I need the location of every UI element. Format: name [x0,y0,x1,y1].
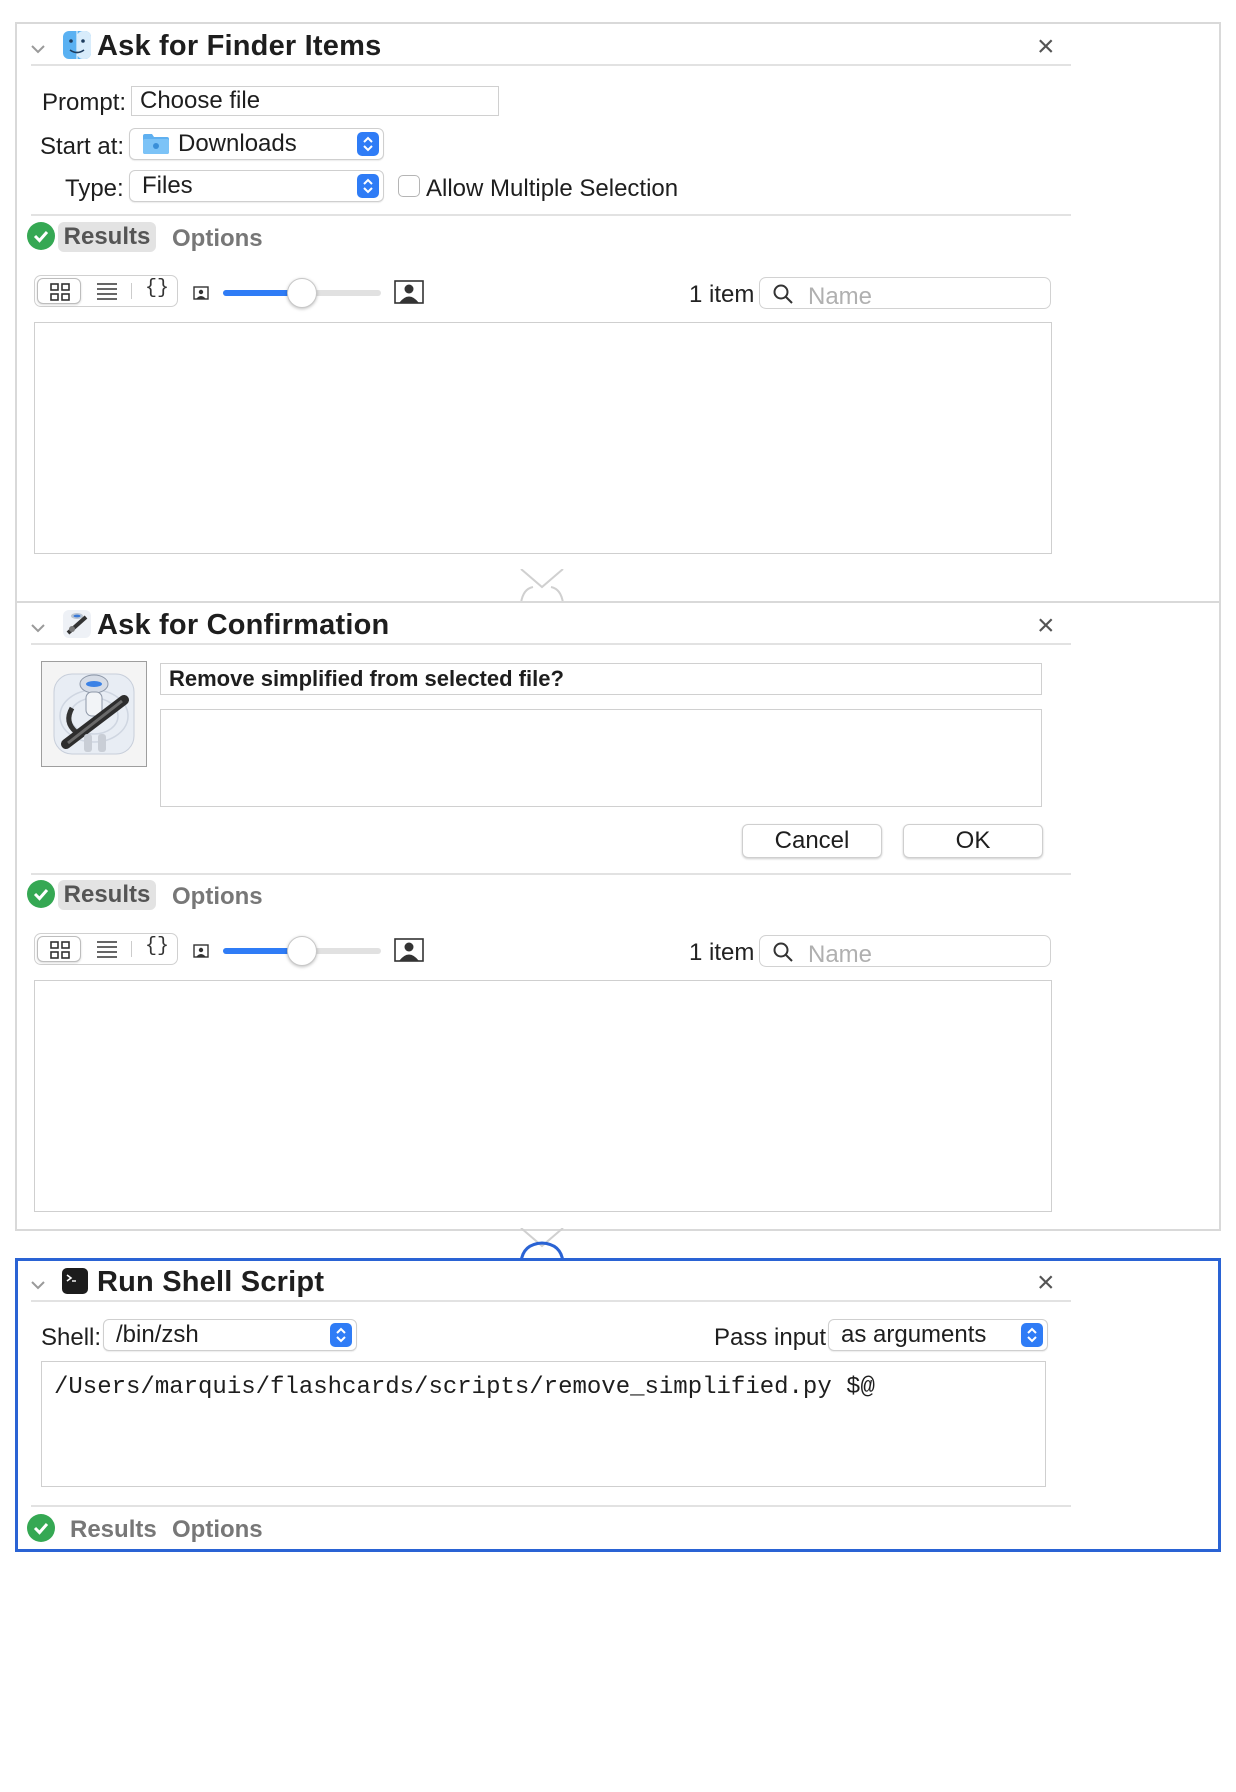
list-icon[interactable] [96,282,118,300]
slider-knob[interactable] [287,936,317,966]
chevron-down-icon[interactable] [31,621,45,635]
type-value: Files [142,172,193,199]
search-field[interactable]: Name [759,935,1051,968]
chevron-down-icon[interactable] [31,1278,45,1292]
allow-multiple-checkbox[interactable] [398,175,420,197]
braces-icon[interactable]: {} [145,277,169,300]
action-title: Ask for Finder Items [97,30,382,62]
prompt-field[interactable]: Choose file [131,86,499,116]
item-count: 1 item [689,281,755,308]
start-at-value: Downloads [178,130,297,157]
success-check-icon [27,222,55,250]
tab-options[interactable]: Options [172,1516,263,1544]
tab-options[interactable]: Options [172,883,263,911]
divider [131,283,132,299]
stepper-icon [357,132,379,156]
action-title: Run Shell Script [97,1266,325,1298]
divider [31,64,1071,66]
close-icon[interactable]: × [1037,32,1055,62]
close-icon[interactable]: × [1037,611,1055,641]
shell-label: Shell: [41,1324,102,1351]
type-popup[interactable]: Files [129,170,384,202]
view-mode-segmented-control[interactable]: {} [34,275,178,307]
shell-popup[interactable]: /bin/zsh [103,1319,357,1351]
tab-results[interactable]: Results [58,880,156,910]
results-view[interactable] [34,322,1052,554]
start-at-popup[interactable]: Downloads [129,128,384,160]
finder-icon [62,30,92,60]
prompt-label: Prompt: [42,89,127,116]
small-thumbnail-icon [193,944,209,958]
search-icon [773,942,793,962]
type-label: Type: [65,175,124,202]
pass-input-popup[interactable]: as arguments [828,1319,1048,1351]
pass-input-value: as arguments [841,1321,987,1348]
search-icon [773,284,793,304]
automator-icon [62,609,92,639]
large-thumbnail-icon [394,938,424,962]
success-check-icon [27,1514,55,1542]
stepper-icon [1021,1323,1043,1347]
action-connector [520,569,564,603]
divider [31,1300,1071,1302]
grid-icon [50,941,70,959]
close-icon[interactable]: × [1037,1268,1055,1298]
divider [31,214,1071,216]
question-field[interactable]: Remove simplified from selected file? [160,663,1042,695]
braces-icon[interactable]: {} [145,935,169,958]
tab-results[interactable]: Results [58,222,156,252]
divider [31,1505,1071,1507]
item-count: 1 item [689,939,755,966]
script-editor[interactable]: /Users/marquis/flashcards/scripts/remove… [41,1361,1046,1487]
stepper-icon [330,1323,352,1347]
message-field[interactable] [160,709,1042,807]
view-icons-button[interactable] [37,936,81,962]
success-check-icon [27,880,55,908]
view-mode-segmented-control[interactable]: {} [34,933,178,965]
pass-input-label: Pass input: [714,1324,833,1351]
tab-results[interactable]: Results [70,1516,157,1544]
action-connector [519,1228,565,1262]
dialog-icon-well[interactable] [41,661,147,767]
chevron-down-icon[interactable] [31,42,45,56]
folder-icon [142,133,170,155]
stepper-icon [357,174,379,198]
divider [31,873,1071,875]
tab-options[interactable]: Options [172,225,263,253]
search-placeholder: Name [808,941,873,968]
action-ask-for-confirmation[interactable]: Ask for Confirmation × Remove simplified… [15,601,1221,1231]
start-at-label: Start at: [40,133,125,160]
small-thumbnail-icon [193,286,209,300]
divider [131,941,132,957]
view-icons-button[interactable] [37,278,81,304]
shell-value: /bin/zsh [116,1321,199,1348]
list-icon[interactable] [96,940,118,958]
slider-knob[interactable] [287,278,317,308]
automator-robot-icon [53,673,135,755]
divider [31,643,1071,645]
grid-icon [50,283,70,301]
large-thumbnail-icon [394,280,424,304]
action-run-shell-script[interactable]: Run Shell Script × Shell: /bin/zsh Pass … [15,1258,1221,1552]
results-view[interactable] [34,980,1052,1212]
action-title: Ask for Confirmation [97,609,390,641]
terminal-icon [61,1267,89,1295]
allow-multiple-label: Allow Multiple Selection [426,175,679,202]
cancel-button[interactable]: Cancel [742,824,882,858]
action-ask-for-finder-items[interactable]: Ask for Finder Items × Prompt: Choose fi… [15,22,1221,652]
search-placeholder: Name [808,283,873,310]
search-field[interactable]: Name [759,277,1051,310]
ok-button[interactable]: OK [903,824,1043,858]
